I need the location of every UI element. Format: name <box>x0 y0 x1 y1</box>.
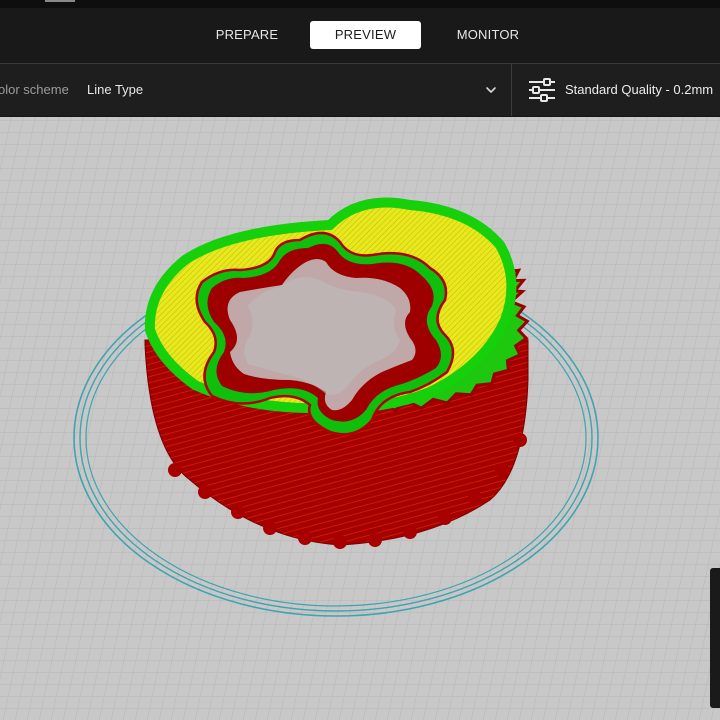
title-fragment <box>45 0 75 2</box>
tab-prepare[interactable]: PREPARE <box>207 21 287 49</box>
print-profile-label: Standard Quality - 0.2mm <box>565 82 714 97</box>
stage-menu: PREPARE PREVIEW MONITOR <box>0 8 720 64</box>
side-panel-edge[interactable] <box>710 568 720 708</box>
layer-preview-canvas[interactable] <box>0 117 720 720</box>
print-settings-button[interactable]: Standard Quality - 0.2mm <box>512 64 720 116</box>
color-scheme-label: olor scheme <box>0 82 69 97</box>
tab-monitor[interactable]: MONITOR <box>444 21 532 49</box>
sliders-icon <box>529 78 555 102</box>
chevron-down-icon <box>486 87 496 93</box>
color-scheme-value: Line Type <box>87 82 144 97</box>
gear-model <box>144 197 530 549</box>
color-scheme-dropdown[interactable]: olor scheme Line Type <box>0 64 511 116</box>
tab-preview[interactable]: PREVIEW <box>310 21 421 49</box>
window-title-strip <box>0 0 720 8</box>
3d-viewport[interactable] <box>0 117 720 720</box>
view-toolbar: olor scheme Line Type Standard Quality -… <box>0 64 720 117</box>
